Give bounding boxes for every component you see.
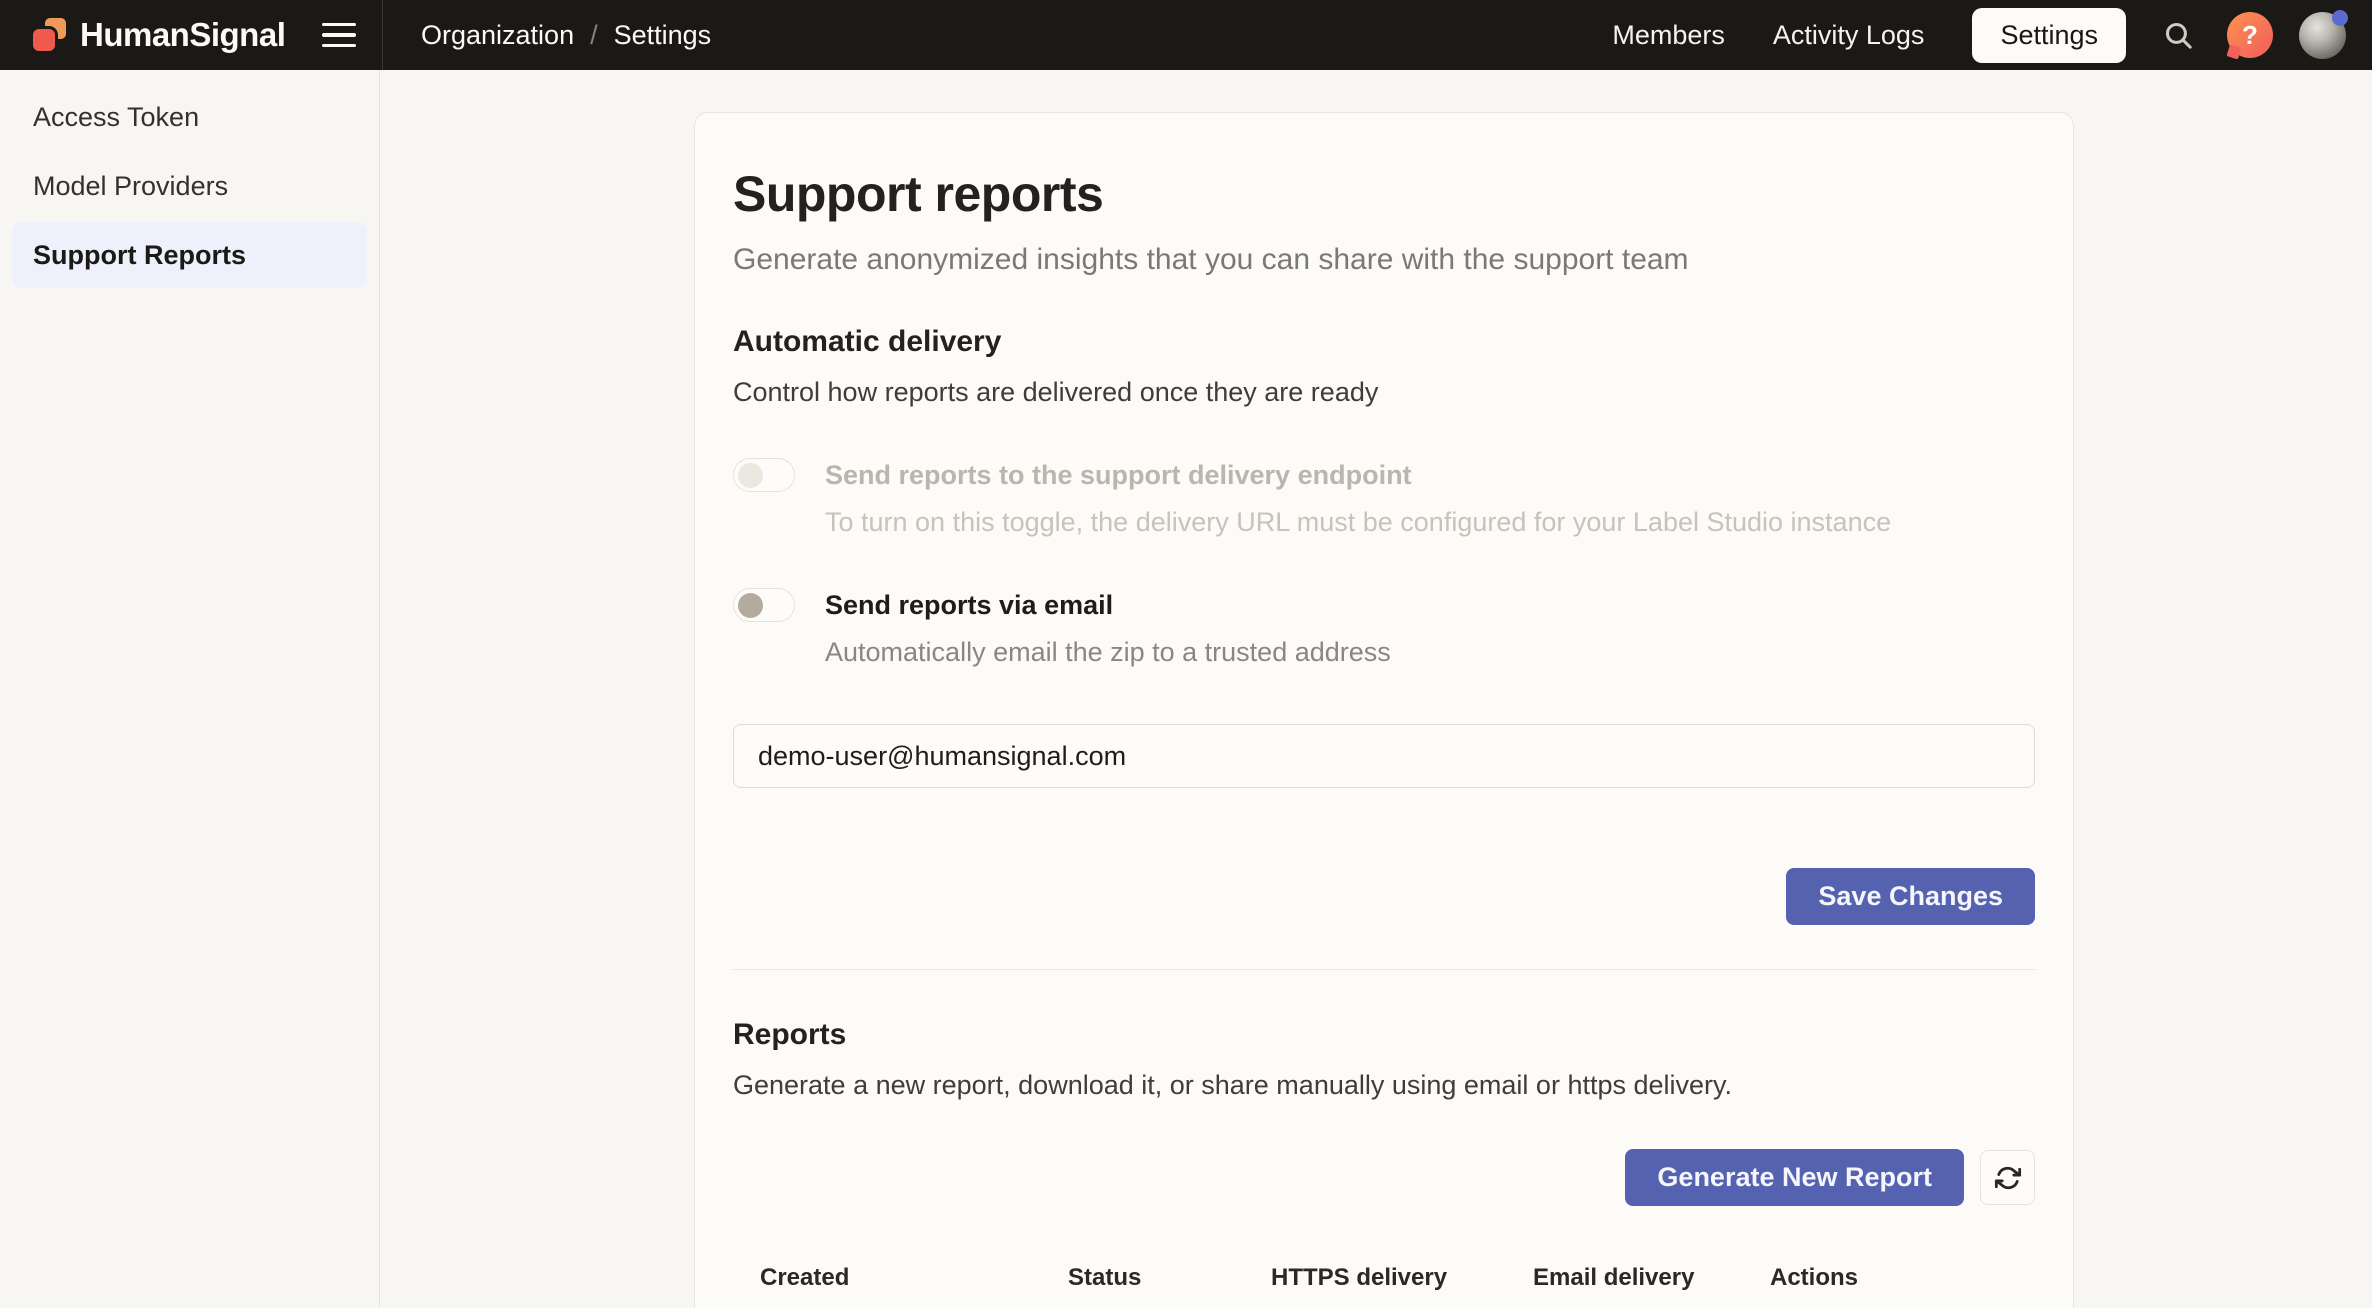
reports-table: Created Status HTTPS delivery Email deli… [733,1252,2035,1308]
email-toggle-helper: Automatically email the zip to a trusted… [825,637,1391,668]
topbar-right: Members Activity Logs Settings ? [1612,8,2372,63]
sidebar-item-support-reports[interactable]: Support Reports [12,222,367,288]
column-https-delivery: HTTPS delivery [1244,1252,1506,1308]
help-icon[interactable]: ? [2227,12,2273,58]
table-header-row: Created Status HTTPS delivery Email deli… [733,1252,2035,1308]
search-icon[interactable] [2162,19,2195,52]
breadcrumb: Organization / Settings [421,20,711,51]
layout: Access Token Model Providers Support Rep… [0,70,2372,1308]
nav-settings[interactable]: Settings [1972,8,2126,63]
page-title: Support reports [733,165,2035,223]
refresh-button[interactable] [1980,1150,2035,1205]
trusted-email-input[interactable] [733,724,2035,788]
reports-description: Generate a new report, download it, or s… [733,1070,2035,1101]
column-created: Created [733,1252,1041,1308]
endpoint-toggle-row: Send reports to the support delivery end… [733,458,2035,538]
generate-new-report-button[interactable]: Generate New Report [1625,1149,1964,1206]
topbar-left: HumanSignal [0,0,383,70]
breadcrumb-separator: / [590,20,598,51]
breadcrumb-organization[interactable]: Organization [421,20,574,51]
automatic-delivery-heading: Automatic delivery [733,325,2035,359]
page-subtitle: Generate anonymized insights that you ca… [733,243,2035,277]
email-delivery-toggle[interactable] [733,588,795,622]
column-email-delivery: Email delivery [1506,1252,1743,1308]
endpoint-delivery-toggle [733,458,795,492]
endpoint-toggle-helper: To turn on this toggle, the delivery URL… [825,507,1891,538]
humansignal-logo-icon [30,16,68,54]
nav-members[interactable]: Members [1612,20,1725,51]
brand-name: HumanSignal [80,16,285,54]
section-divider [733,969,2035,970]
save-changes-button[interactable]: Save Changes [1786,868,2035,925]
nav-activity-logs[interactable]: Activity Logs [1773,20,1925,51]
avatar[interactable] [2299,12,2346,59]
sidebar: Access Token Model Providers Support Rep… [0,70,380,1308]
breadcrumb-settings[interactable]: Settings [614,20,712,51]
support-reports-card: Support reports Generate anonymized insi… [694,112,2074,1308]
column-actions: Actions [1743,1252,2035,1308]
email-toggle-row: Send reports via email Automatically ema… [733,588,2035,668]
avatar-status-badge [2332,10,2348,26]
topbar: HumanSignal Organization / Settings Memb… [0,0,2372,70]
main-content: Support reports Generate anonymized insi… [380,70,2372,1308]
email-toggle-label: Send reports via email [825,590,1391,621]
menu-icon[interactable] [322,19,356,52]
toggle-knob [738,463,763,488]
column-status: Status [1041,1252,1244,1308]
reports-heading: Reports [733,1018,2035,1052]
toggle-knob [738,593,763,618]
sidebar-item-model-providers[interactable]: Model Providers [12,153,367,219]
help-question-glyph: ? [2242,20,2258,51]
endpoint-toggle-label: Send reports to the support delivery end… [825,460,1891,491]
refresh-icon [1994,1164,2022,1192]
brand-logo[interactable]: HumanSignal [30,16,285,54]
automatic-delivery-description: Control how reports are delivered once t… [733,377,2035,408]
sidebar-item-access-token[interactable]: Access Token [12,84,367,150]
